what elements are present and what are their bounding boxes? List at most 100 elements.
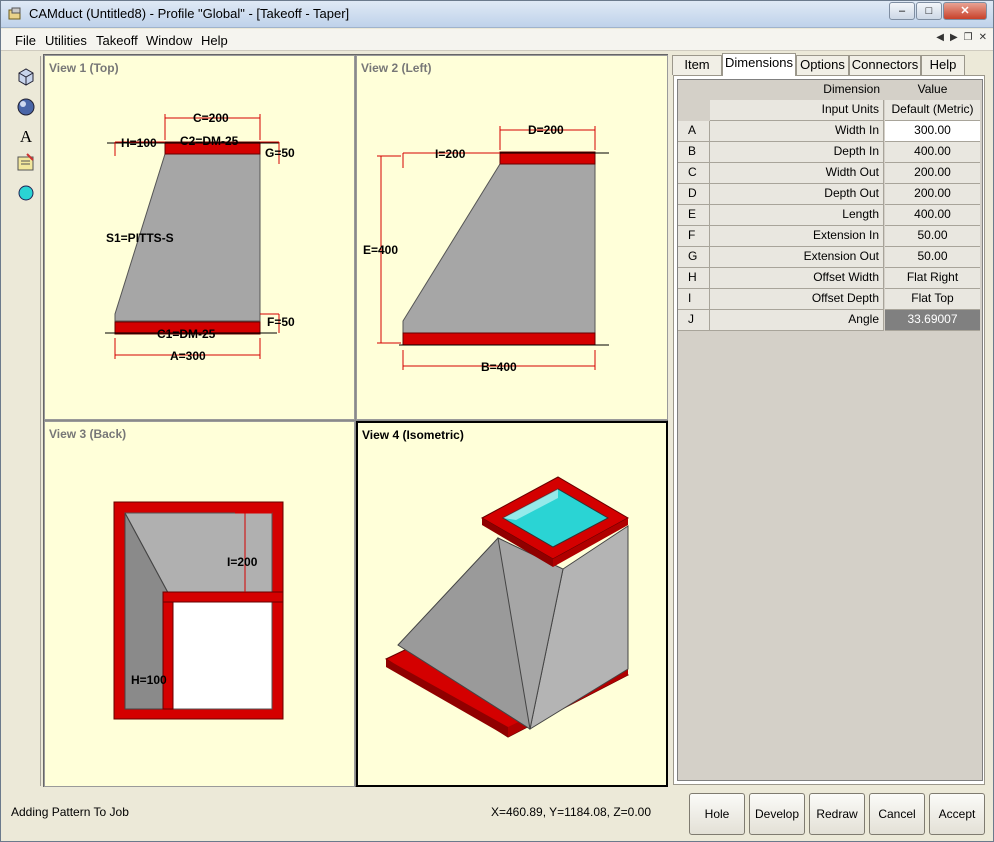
menu-bar: File Utilities Takeoff Window Help ◀ ▶ ❐…: [1, 29, 993, 51]
dim-row-letter: G: [678, 247, 710, 268]
dim-row-value[interactable]: Flat Right: [885, 268, 980, 289]
dim-row-g[interactable]: G Extension Out 50.00: [678, 247, 982, 268]
dim-row-h[interactable]: H Offset Width Flat Right: [678, 268, 982, 289]
cancel-button[interactable]: Cancel: [869, 793, 925, 835]
maximize-button[interactable]: □: [916, 2, 942, 20]
develop-button[interactable]: Develop: [749, 793, 805, 835]
dim-row-value[interactable]: 400.00: [885, 142, 980, 163]
dim-e-label: E=400: [363, 243, 398, 257]
header-dimension: Dimension: [823, 82, 880, 96]
dim-row-value[interactable]: 50.00: [885, 247, 980, 268]
dim-h-label: H=100: [121, 136, 157, 150]
dim-row-letter: D: [678, 184, 710, 205]
dim-row-name: Angle: [710, 310, 884, 331]
dim-row-value-input[interactable]: 300.00: [885, 121, 980, 142]
mdi-close-icon[interactable]: ✕: [979, 32, 987, 43]
mdi-restore-icon[interactable]: ❐: [964, 32, 973, 43]
dim-c1-label: C1=DM-25: [157, 327, 216, 341]
dim-b-label: B=400: [481, 360, 517, 374]
dim-g-label: G=50: [265, 146, 295, 160]
app-window: CAMduct (Untitled8) - Profile "Global" -…: [0, 0, 994, 842]
grid-header-row: Dimension Value: [678, 80, 982, 101]
dim-row-name: Offset Depth: [710, 289, 884, 310]
view-top[interactable]: View 1 (Top) C=200 H=100 C2=DM-25 G=50 S…: [44, 55, 355, 420]
dim-c2-label: C2=DM-25: [180, 134, 239, 148]
dim-back-i-label: I=200: [227, 555, 258, 569]
dim-i-label: I=200: [435, 147, 466, 161]
dim-row-letter: B: [678, 142, 710, 163]
menu-utilities[interactable]: Utilities: [45, 33, 87, 48]
dim-row-letter: A: [678, 121, 710, 142]
sphere-icon[interactable]: [15, 96, 37, 118]
title-bar: CAMduct (Untitled8) - Profile "Global" -…: [1, 1, 993, 28]
redraw-button[interactable]: Redraw: [809, 793, 865, 835]
dim-row-name: Offset Width: [710, 268, 884, 289]
dim-row-j[interactable]: J Angle 33.69007: [678, 310, 982, 331]
dim-s1-label: S1=PITTS-S: [106, 231, 174, 245]
menu-help[interactable]: Help: [201, 33, 228, 48]
view-isometric[interactable]: View 4 (Isometric): [356, 421, 668, 787]
dim-row-c[interactable]: C Width Out 200.00: [678, 163, 982, 184]
menu-window[interactable]: Window: [146, 33, 192, 48]
dim-row-e[interactable]: E Length 400.00: [678, 205, 982, 226]
window-title: CAMduct (Untitled8) - Profile "Global" -…: [29, 6, 350, 21]
input-units-label: Input Units: [710, 100, 884, 121]
dim-row-a[interactable]: A Width In 300.00: [678, 121, 982, 142]
tab-item[interactable]: Item: [672, 55, 722, 75]
minimize-button[interactable]: –: [889, 2, 915, 20]
dim-f-label: F=50: [267, 315, 295, 329]
header-value: Value: [917, 82, 948, 96]
dim-row-value-readonly: 33.69007: [885, 310, 980, 331]
dim-row-letter: I: [678, 289, 710, 310]
dimensions-tab-body: Dimension Value Input Units Default (Met…: [673, 75, 985, 785]
dim-row-value[interactable]: Flat Top: [885, 289, 980, 310]
properties-icon[interactable]: [15, 152, 37, 174]
dim-row-value[interactable]: 200.00: [885, 184, 980, 205]
dimensions-grid: Dimension Value Input Units Default (Met…: [677, 79, 983, 781]
scroll-right-icon[interactable]: ▶: [950, 32, 958, 43]
dim-back-h-label: H=100: [131, 673, 167, 687]
dim-row-b[interactable]: B Depth In 400.00: [678, 142, 982, 163]
dim-row-d[interactable]: D Depth Out 200.00: [678, 184, 982, 205]
cyan-circle-icon[interactable]: [15, 182, 37, 204]
dim-row-letter: E: [678, 205, 710, 226]
accept-button[interactable]: Accept: [929, 793, 985, 835]
left-toolbar: A: [9, 56, 41, 786]
views-area: View 1 (Top) C=200 H=100 C2=DM-25 G=50 S…: [43, 54, 668, 787]
scroll-left-icon[interactable]: ◀: [936, 32, 944, 43]
dim-row-name: Extension Out: [710, 247, 884, 268]
dim-row-value[interactable]: 400.00: [885, 205, 980, 226]
dim-row-letter: J: [678, 310, 710, 331]
dim-row-letter: H: [678, 268, 710, 289]
hole-button[interactable]: Hole: [689, 793, 745, 835]
3d-box-icon[interactable]: [15, 66, 37, 88]
tab-connectors[interactable]: Connectors: [849, 55, 921, 75]
status-message: Adding Pattern To Job: [11, 805, 129, 819]
dim-row-letter: C: [678, 163, 710, 184]
dim-a-label: A=300: [170, 349, 206, 363]
dim-row-name: Depth In: [710, 142, 884, 163]
menu-file[interactable]: File: [15, 33, 36, 48]
tab-help[interactable]: Help: [921, 55, 965, 75]
dim-row-i[interactable]: I Offset Depth Flat Top: [678, 289, 982, 310]
dim-row-name: Width In: [710, 121, 884, 142]
input-units-row: Input Units Default (Metric): [678, 100, 982, 121]
view-left[interactable]: View 2 (Left) D=200 I=200 E=400 B=400: [356, 55, 668, 420]
dim-row-f[interactable]: F Extension In 50.00: [678, 226, 982, 247]
dim-row-name: Depth Out: [710, 184, 884, 205]
menu-takeoff[interactable]: Takeoff: [96, 33, 138, 48]
dim-row-value[interactable]: 200.00: [885, 163, 980, 184]
text-tool-icon[interactable]: A: [15, 126, 37, 148]
close-button[interactable]: ✕: [943, 2, 987, 20]
tab-options[interactable]: Options: [796, 55, 849, 75]
dim-row-letter: F: [678, 226, 710, 247]
dim-d-label: D=200: [528, 123, 564, 137]
dim-row-value[interactable]: 50.00: [885, 226, 980, 247]
view-back[interactable]: View 3 (Back) I=200 H=100: [44, 421, 355, 787]
status-bar: Adding Pattern To Job X=460.89, Y=1184.0…: [1, 791, 993, 841]
properties-panel: Item Dimensions Options Connectors Help …: [670, 53, 988, 788]
tab-dimensions[interactable]: Dimensions: [722, 53, 796, 76]
dim-row-name: Width Out: [710, 163, 884, 184]
input-units-value[interactable]: Default (Metric): [885, 100, 980, 121]
camduct-app-icon[interactable]: [7, 6, 23, 22]
